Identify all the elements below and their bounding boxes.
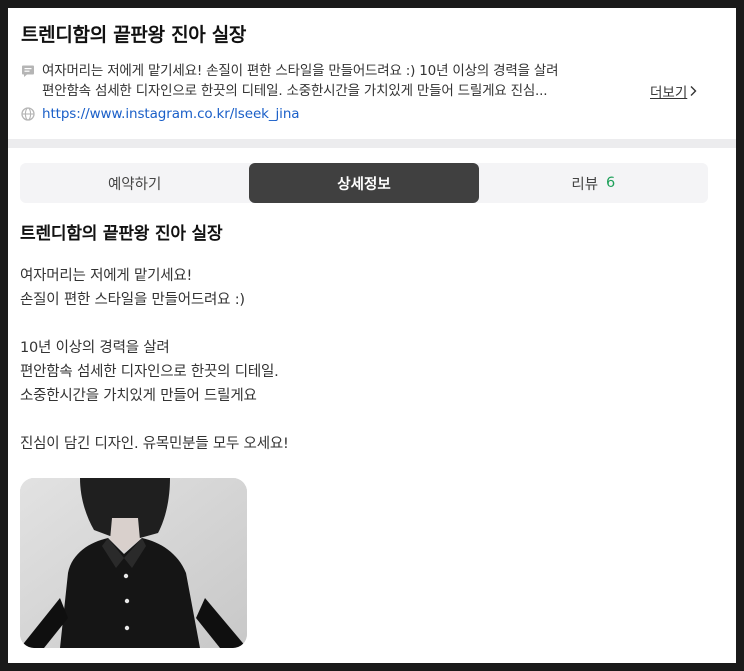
instagram-link[interactable]: https://www.instagram.co.kr/lseek_jina [42,106,300,122]
detail-line: 진심이 담긴 디자인. 유목민분들 모두 오세요! [20,436,289,452]
page-title: 트렌디함의 끝판왕 진아 실장 [21,24,247,46]
detail-line: 여자머리는 저에게 맡기세요! [20,268,193,284]
tab-details[interactable]: 상세정보 [249,163,479,203]
detail-section: 트렌디함의 끝판왕 진아 실장 여자머리는 저에게 맡기세요! 손질이 편한 스… [8,222,736,648]
detail-line: 손질이 편한 스타일을 만들어드려요 :) [20,292,245,308]
description-line-2-row: 편안함속 섬세한 디자인으로 한끗의 디테일. 소중한시간을 가치있게 만들어 … [42,81,642,101]
more-label: 더보기 [650,85,688,101]
detail-line: 10년 이상의 경력을 살려 [20,340,170,356]
portrait-image [20,478,247,648]
more-button[interactable]: 더보기 [650,81,697,101]
speech-bubble-icon [22,65,34,77]
designer-detail-panel: 트렌디함의 끝판왕 진아 실장 여자머리는 저에게 맡기세요! 손질이 편한 스… [8,8,736,663]
link-row: https://www.instagram.co.kr/lseek_jina [21,106,723,122]
detail-line: 소중한시간을 가치있게 만들어 드릴게요 [20,388,257,404]
header: 트렌디함의 끝판왕 진아 실장 여자머리는 저에게 맡기세요! 손질이 편한 스… [8,8,736,139]
description-row: 여자머리는 저에게 맡기세요! 손질이 편한 스타일을 만들어드려요 :) 10… [21,61,723,101]
detail-body: 여자머리는 저에게 맡기세요! 손질이 편한 스타일을 만들어드려요 :) 10… [20,264,724,456]
designer-photo[interactable] [20,478,247,648]
tab-details-label: 상세정보 [337,176,391,193]
chevron-right-icon [690,86,697,96]
tab-reviews[interactable]: 리뷰 6 [479,163,708,203]
detail-title: 트렌디함의 끝판왕 진아 실장 [20,224,223,244]
description: 여자머리는 저에게 맡기세요! 손질이 편한 스타일을 만들어드려요 :) 10… [42,61,642,101]
tab-bar: 예약하기 상세정보 리뷰 6 [20,163,708,203]
description-line-2: 편안함속 섬세한 디자인으로 한끗의 디테일. 소중한시간을 가치있게 만들어 … [42,83,548,99]
detail-line: 편안함속 섬세한 디자인으로 한끗의 디테일. [20,364,279,380]
tab-reviews-label: 리뷰 [571,176,599,193]
tab-reservation-label: 예약하기 [107,176,162,193]
review-count: 6 [606,175,616,191]
description-line-1: 여자머리는 저에게 맡기세요! 손질이 편한 스타일을 만들어드려요 :) 10… [42,63,559,79]
tab-reservation[interactable]: 예약하기 [20,163,249,203]
globe-icon [21,107,35,121]
section-divider [8,139,736,148]
